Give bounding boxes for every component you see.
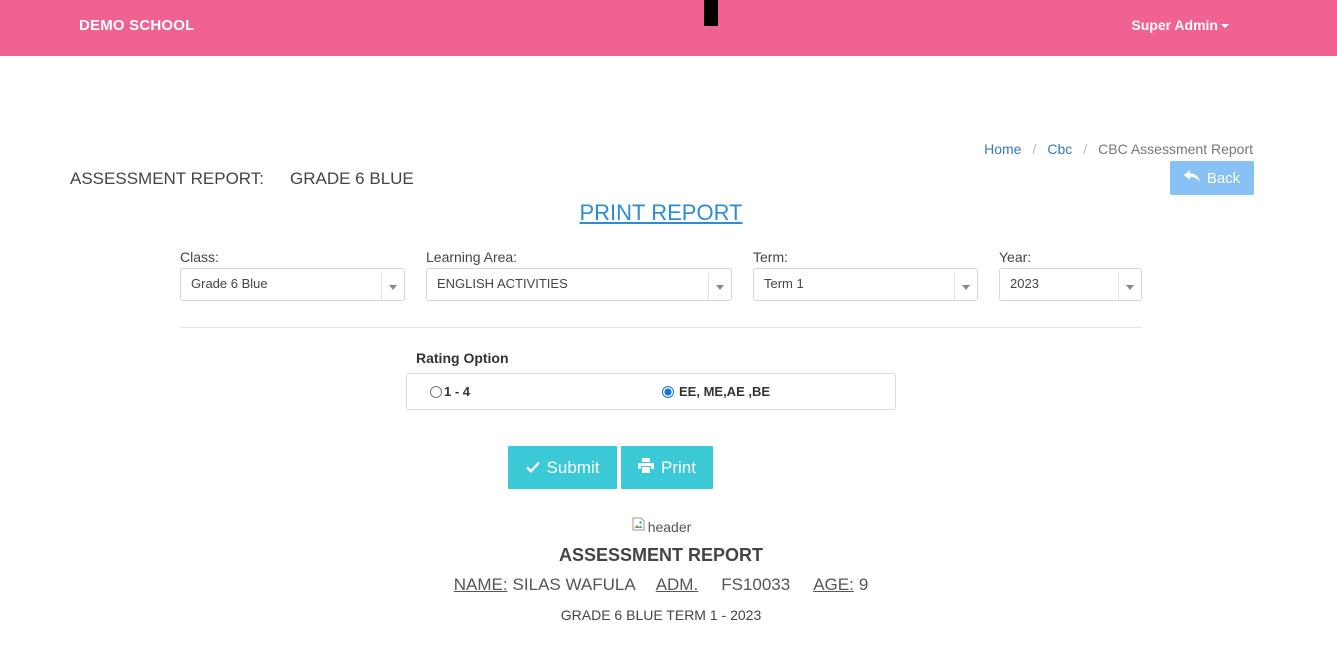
report-header-image: header (461, 517, 861, 536)
breadcrumb-current: CBC Assessment Report (1098, 141, 1253, 157)
rating-option-group: 1 - 4 EE, ME,AE ,BE (406, 373, 896, 410)
select-arrow (954, 273, 977, 300)
year-select-value: 2023 (1010, 276, 1039, 291)
breadcrumb-separator: / (1083, 141, 1088, 157)
learning-area-select[interactable]: ENGLISH ACTIVITIES (426, 268, 732, 301)
submit-button[interactable]: Submit (508, 446, 617, 489)
breadcrumb-home[interactable]: Home (984, 141, 1021, 157)
student-age: 9 (858, 575, 869, 594)
rating-option-label: Rating Option (416, 350, 509, 366)
student-name: SILAS WAFULA (512, 575, 636, 594)
check-icon (525, 458, 540, 478)
user-menu-label: Super Admin (1131, 17, 1218, 33)
name-label: NAME: (453, 575, 508, 594)
page-title-class: GRADE 6 BLUE (290, 169, 414, 188)
top-marker (704, 0, 718, 26)
term-select-value: Term 1 (764, 276, 804, 291)
page-title: ASSESSMENT REPORT: (70, 169, 264, 188)
caret-down-icon (1221, 24, 1229, 28)
print-icon (638, 457, 655, 478)
user-menu-dropdown[interactable]: Super Admin (1131, 17, 1229, 33)
year-label: Year: (999, 249, 1032, 265)
report-title: ASSESSMENT REPORT (558, 545, 764, 565)
print-button-label: Print (661, 457, 696, 477)
rating-radio-1-4[interactable] (430, 385, 442, 398)
divider (180, 327, 1142, 328)
select-arrow (708, 273, 731, 300)
breadcrumb-separator: / (1032, 141, 1037, 157)
select-arrow (1118, 273, 1141, 300)
chevron-down-icon (389, 285, 397, 290)
submit-button-label: Submit (546, 457, 600, 477)
chevron-down-icon (962, 285, 970, 290)
report-subtitle: GRADE 6 BLUE TERM 1 - 2023 (560, 607, 762, 623)
learning-area-select-value: ENGLISH ACTIVITIES (437, 276, 568, 291)
admission-number: FS10033 (721, 575, 791, 594)
class-label: Class: (180, 249, 219, 265)
rating-option-ee-me-ae-be[interactable]: EE, ME,AE ,BE (662, 384, 770, 399)
learning-area-label: Learning Area: (426, 249, 518, 265)
breadcrumb: Home / Cbc / CBC Assessment Report (984, 141, 1253, 157)
class-select-value: Grade 6 Blue (191, 276, 268, 291)
broken-image-icon (631, 517, 647, 536)
print-button[interactable]: Print (621, 446, 713, 489)
print-report-link[interactable]: PRINT REPORT (461, 200, 861, 226)
back-button-label: Back (1206, 169, 1241, 187)
term-label: Term: (753, 249, 788, 265)
rating-radio-ee-me-ae-be[interactable] (662, 385, 674, 398)
rating-option-label-ee-me-ae-be: EE, ME,AE ,BE (679, 384, 771, 399)
student-info-line: NAME: SILAS WAFULA ADM. FS10033 AGE: 9 (361, 575, 961, 595)
rating-option-1-4[interactable]: 1 - 4 (430, 384, 470, 399)
year-select[interactable]: 2023 (999, 268, 1142, 301)
adm-label: ADM. (655, 575, 699, 594)
reply-icon (1183, 169, 1200, 187)
chevron-down-icon (716, 285, 724, 290)
header-image-alt-text: header (647, 518, 692, 535)
select-arrow (381, 273, 404, 300)
breadcrumb-cbc[interactable]: Cbc (1047, 141, 1072, 157)
chevron-down-icon (1126, 285, 1134, 290)
term-select[interactable]: Term 1 (753, 268, 978, 301)
rating-option-label-1-4: 1 - 4 (444, 384, 471, 399)
age-label: AGE: (813, 575, 854, 594)
back-button[interactable]: Back (1170, 161, 1254, 195)
top-navbar: DEMO SCHOOL Super Admin (0, 0, 1337, 56)
class-select[interactable]: Grade 6 Blue (180, 268, 405, 301)
brand-link[interactable]: DEMO SCHOOL (79, 17, 195, 34)
